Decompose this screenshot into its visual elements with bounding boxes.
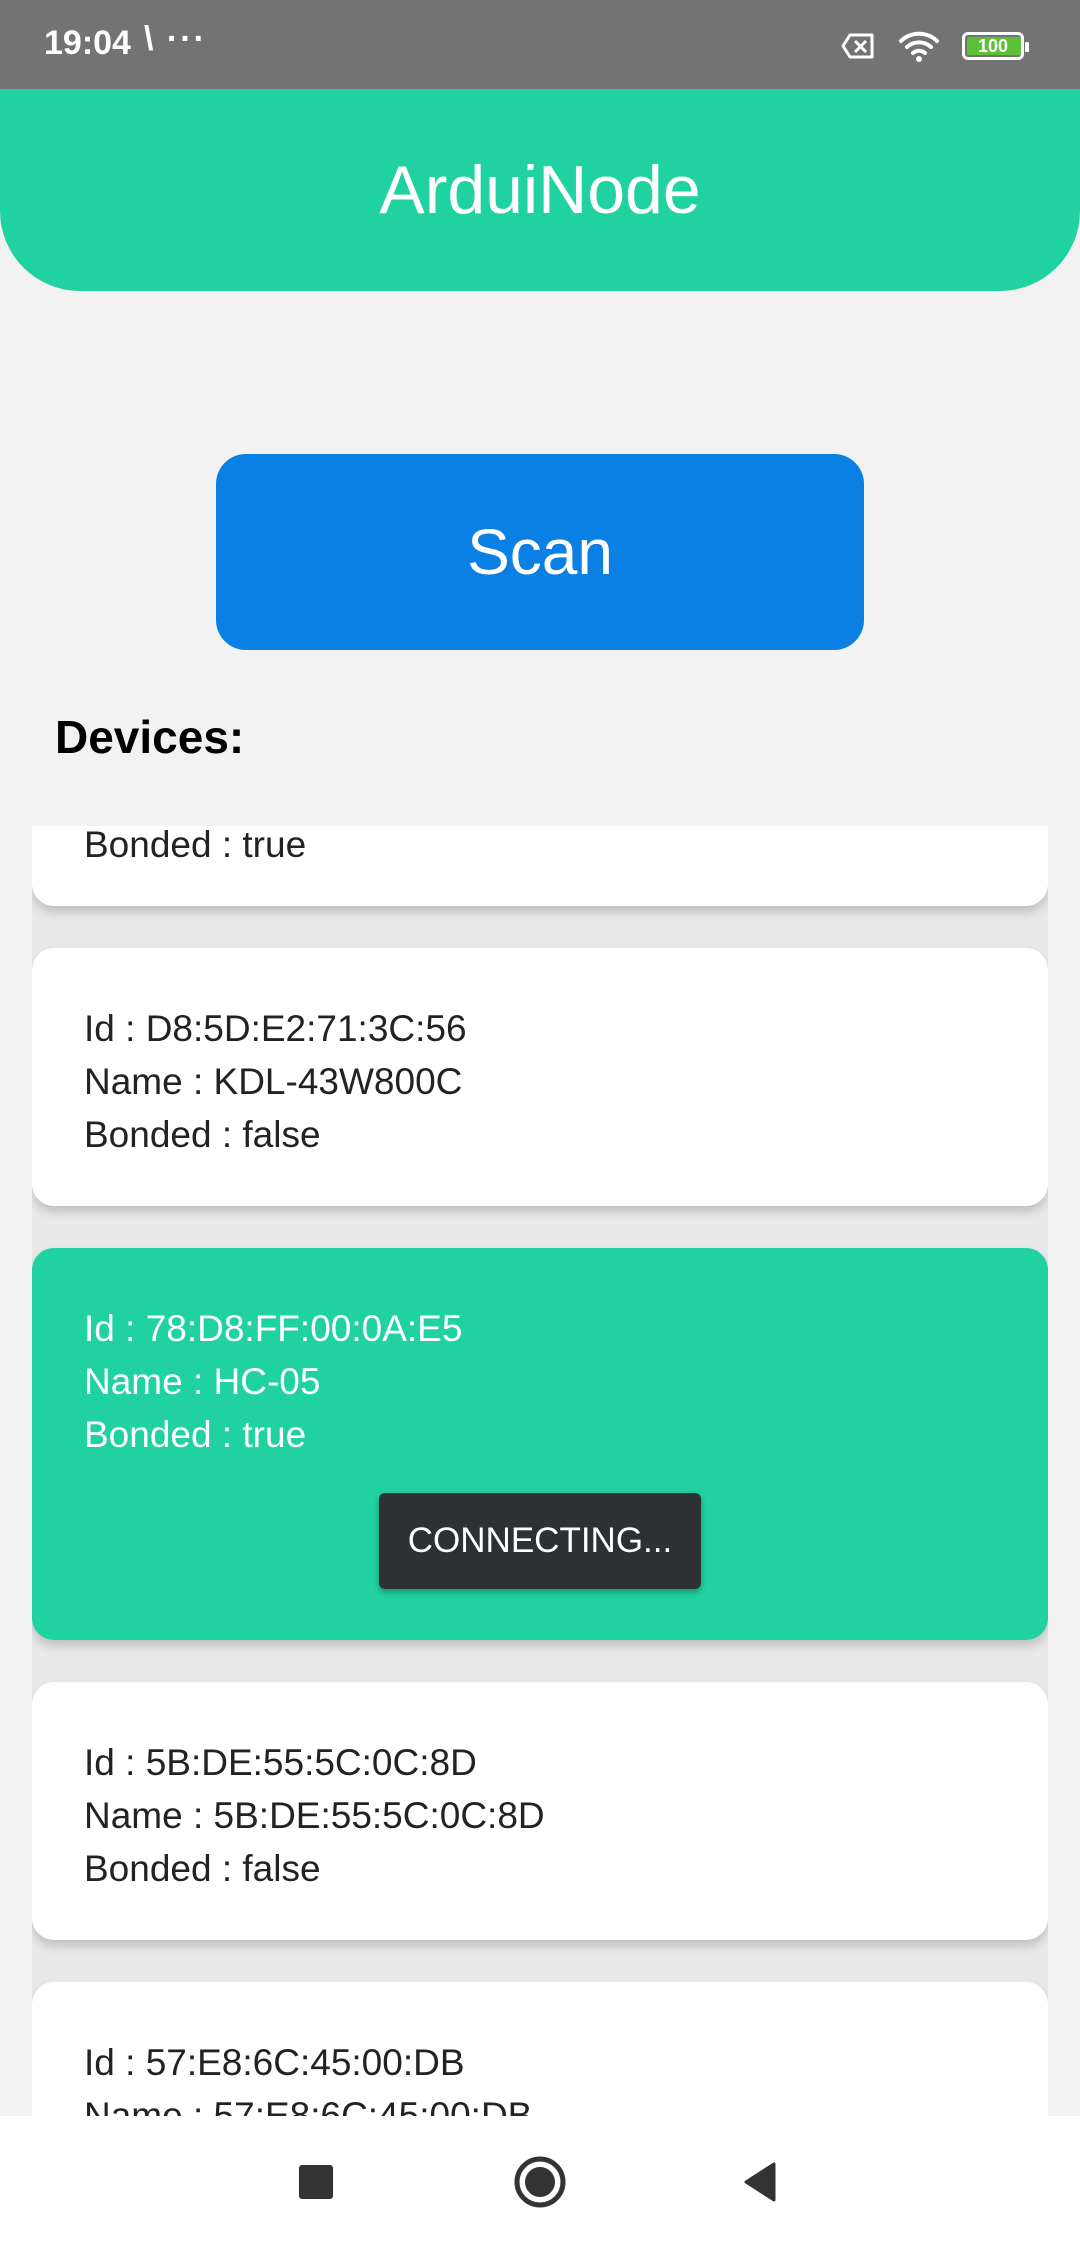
recents-square-icon[interactable] (286, 2152, 346, 2212)
device-bonded: Bonded : true (84, 826, 307, 865)
app-title: ArduiNode (379, 152, 701, 228)
device-name: Name : 5B:DE:55:5C:0C:8D (84, 1795, 545, 1836)
device-card[interactable]: Id : 5B:DE:55:5C:0C:8D Name : 5B:DE:55:5… (32, 1682, 1048, 1940)
device-card[interactable]: Id : 57:E8:6C:45:00:DB Name : 57:E8:6C:4… (32, 1982, 1048, 2116)
device-name: Name : KDL-43W800C (84, 1061, 463, 1102)
home-circle-icon[interactable] (510, 2152, 570, 2212)
sim-x-icon (841, 33, 874, 59)
device-id: Id : 78:D8:FF:00:0A:E5 (84, 1308, 463, 1349)
device-bonded: Bonded : false (84, 1114, 321, 1155)
device-bonded: Bonded : true (84, 1414, 307, 1455)
device-card[interactable]: Id : D8:5D:E2:71:3C:56 Name : KDL-43W800… (32, 948, 1048, 1206)
device-id: Id : 5B:DE:55:5C:0C:8D (84, 1742, 477, 1783)
device-card[interactable]: Bonded : true (32, 826, 1048, 906)
device-name: Name : HC-05 (84, 1361, 321, 1402)
devices-heading: Devices: (55, 711, 245, 763)
status-bar: 19:04 \ ··· 100 (0, 0, 1080, 89)
status-time: 19:04 (44, 24, 131, 62)
wifi-icon (899, 31, 939, 62)
status-notification-icons: \ ··· (144, 20, 207, 58)
battery-level: 100 (977, 36, 1009, 56)
app-header: ArduiNode (0, 89, 1080, 291)
device-card-selected[interactable]: Id : 78:D8:FF:00:0A:E5 Name : HC-05 Bond… (32, 1248, 1048, 1640)
device-id: Id : D8:5D:E2:71:3C:56 (84, 1008, 467, 1049)
battery-icon: 100 (962, 32, 1029, 60)
nav-bar (0, 2116, 1080, 2246)
device-bonded: Bonded : false (84, 1848, 321, 1889)
back-triangle-icon[interactable] (732, 2152, 792, 2212)
device-list[interactable]: Bonded : true Id : D8:5D:E2:71:3C:56 Nam… (32, 826, 1048, 2116)
status-icons: 100 (840, 30, 1029, 62)
scan-button[interactable]: Scan (216, 454, 864, 650)
connecting-toast: CONNECTING... (379, 1493, 701, 1589)
device-id: Id : 57:E8:6C:45:00:DB (84, 2042, 465, 2083)
device-name: Name : 57:E8:6C:45:00:DB (84, 2095, 533, 2116)
